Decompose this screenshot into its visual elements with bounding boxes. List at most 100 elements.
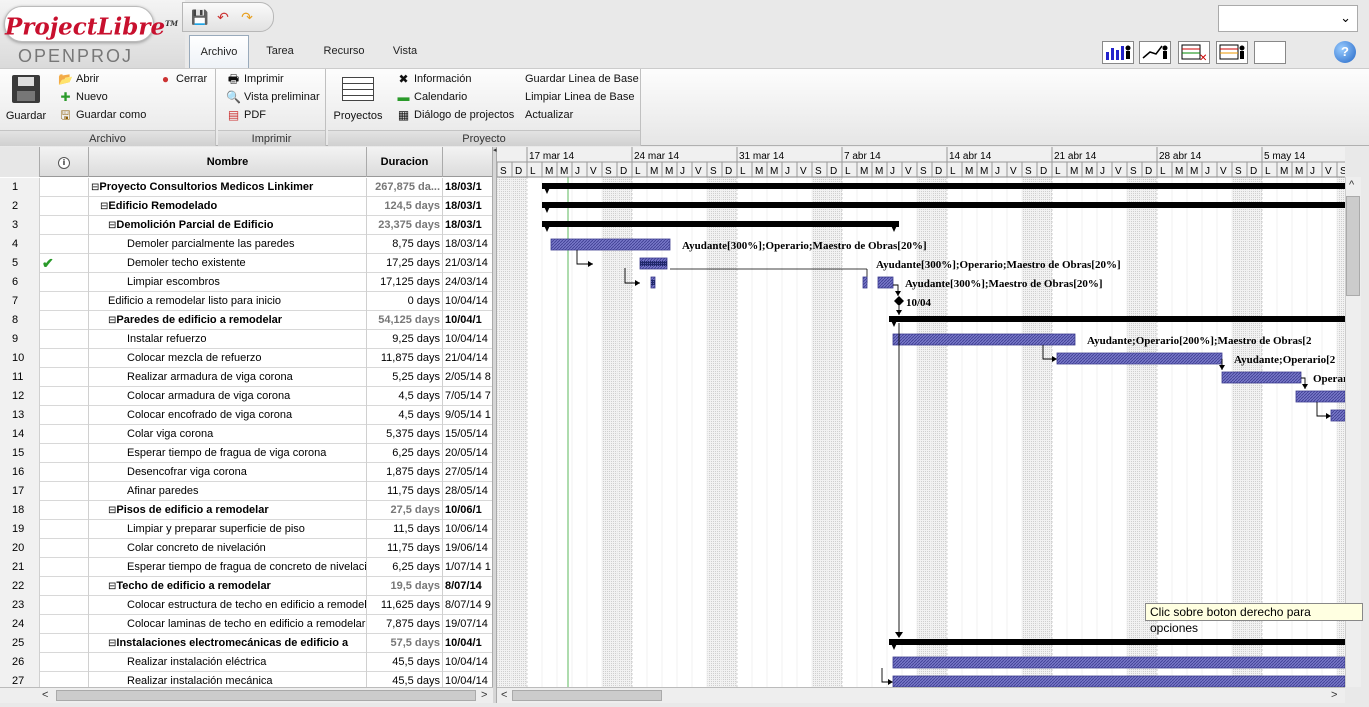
task-start[interactable]: 28/05/14: [443, 482, 492, 501]
task-name[interactable]: Esperar tiempo de fragua de concreto de …: [89, 558, 367, 577]
task-bar[interactable]: [1295, 390, 1345, 403]
clear-baseline-button[interactable]: Limpiar Linea de Base: [508, 89, 634, 106]
task-start[interactable]: 10/04/14: [443, 330, 492, 349]
indicator-cell[interactable]: [40, 349, 89, 368]
row-number[interactable]: 14: [0, 425, 40, 444]
row-number[interactable]: 7: [0, 292, 40, 311]
duration-header[interactable]: Duracion: [367, 147, 443, 177]
indicator-cell[interactable]: [40, 368, 89, 387]
task-name[interactable]: Colar concreto de nivelación: [89, 539, 367, 558]
task-start[interactable]: 18/03/1: [443, 216, 492, 235]
table-row[interactable]: 4 Demoler parcialmente las paredes 8,75 da…: [0, 235, 492, 254]
task-name[interactable]: Colocar mezcla de refuerzo: [89, 349, 367, 368]
table-row[interactable]: 14 Colar viga corona 5,375 days 15/05/14: [0, 425, 492, 444]
indicator-cell[interactable]: [40, 235, 89, 254]
task-bar[interactable]: [877, 276, 894, 289]
task-duration[interactable]: 8,75 days: [367, 235, 443, 254]
row-number[interactable]: 26: [0, 653, 40, 672]
table-row[interactable]: 16 Desencofrar viga corona 1,875 days 27/05…: [0, 463, 492, 482]
row-number[interactable]: 15: [0, 444, 40, 463]
gantt-vertical-scroll-thumb[interactable]: [1346, 196, 1360, 296]
task-bar[interactable]: [892, 656, 1345, 669]
task-start[interactable]: 10/04/1: [443, 311, 492, 330]
task-duration[interactable]: 267,875 da...: [367, 178, 443, 197]
row-number[interactable]: 6: [0, 273, 40, 292]
summary-bar[interactable]: [542, 221, 899, 227]
tab-vista[interactable]: Vista: [382, 35, 428, 68]
row-number[interactable]: 11: [0, 368, 40, 387]
row-number[interactable]: 4: [0, 235, 40, 254]
task-name[interactable]: Instalar refuerzo: [89, 330, 367, 349]
row-number[interactable]: 9: [0, 330, 40, 349]
scroll-right-icon[interactable]: >: [1331, 689, 1337, 701]
task-duration[interactable]: 124,5 days: [367, 197, 443, 216]
task-name[interactable]: Colocar estructura de techo en edificio …: [89, 596, 367, 615]
indicator-cell[interactable]: [40, 539, 89, 558]
row-number[interactable]: 18: [0, 501, 40, 520]
task-start[interactable]: 21/04/14: [443, 349, 492, 368]
task-duration[interactable]: 4,5 days: [367, 406, 443, 425]
table-row[interactable]: 27 Realizar instalación mecánica 45,5 days…: [0, 672, 492, 687]
print-preview-button[interactable]: 🔍 Vista preliminar: [226, 89, 320, 106]
grid-horizontal-scrollbar[interactable]: < >: [0, 687, 493, 703]
task-duration[interactable]: 11,75 days: [367, 482, 443, 501]
task-bar[interactable]: [1056, 352, 1223, 365]
task-name[interactable]: ⊟Proyecto Consultorios Medicos Linkimer: [89, 178, 367, 197]
save-icon[interactable]: 💾: [191, 9, 208, 25]
tab-archivo[interactable]: Archivo: [189, 35, 249, 68]
table-row[interactable]: 11 Realizar armadura de viga corona 5,25 d…: [0, 368, 492, 387]
task-duration[interactable]: 6,25 days: [367, 558, 443, 577]
table-row[interactable]: 8 ⊟Paredes de edificio a remodelar 54,125 …: [0, 311, 492, 330]
row-number-header[interactable]: [0, 147, 40, 177]
task-bar[interactable]: [862, 276, 868, 289]
indicator-cell[interactable]: [40, 577, 89, 596]
task-start[interactable]: 2/05/14 8: [443, 368, 492, 387]
indicator-cell[interactable]: [40, 501, 89, 520]
task-start[interactable]: 19/06/14: [443, 539, 492, 558]
redo-icon[interactable]: ↷: [239, 9, 255, 25]
task-start[interactable]: 10/06/14: [443, 520, 492, 539]
grid-scroll-thumb[interactable]: [56, 690, 476, 701]
table-row[interactable]: 18 ⊟Pisos de edificio a remodelar 27,5 day…: [0, 501, 492, 520]
task-duration[interactable]: 27,5 days: [367, 501, 443, 520]
summary-bar[interactable]: [542, 202, 1345, 208]
indicator-cell[interactable]: [40, 311, 89, 330]
row-number[interactable]: 1: [0, 178, 40, 197]
task-duration[interactable]: 11,625 days: [367, 596, 443, 615]
task-duration[interactable]: 45,5 days: [367, 672, 443, 687]
task-start[interactable]: 19/07/14: [443, 615, 492, 634]
table-row[interactable]: 6 Limpiar escombros 17,125 days 24/03/14: [0, 273, 492, 292]
task-start[interactable]: 8/07/14: [443, 577, 492, 596]
row-number[interactable]: 20: [0, 539, 40, 558]
table-row[interactable]: 13 Colocar encofrado de viga corona 4,5 da…: [0, 406, 492, 425]
table-row[interactable]: 5 ✔ Demoler techo existente 17,25 days 21/03…: [0, 254, 492, 273]
indicator-cell[interactable]: [40, 520, 89, 539]
task-bar[interactable]: [550, 238, 671, 251]
indicator-cell[interactable]: [40, 197, 89, 216]
indicator-cell[interactable]: [40, 615, 89, 634]
save-baseline-button[interactable]: Guardar Linea de Base: [508, 71, 639, 88]
summary-bar[interactable]: [889, 316, 1345, 322]
task-duration[interactable]: 5,25 days: [367, 368, 443, 387]
row-number[interactable]: 19: [0, 520, 40, 539]
indicator-cell[interactable]: ✔: [40, 254, 89, 273]
indicator-cell[interactable]: [40, 444, 89, 463]
row-number[interactable]: 17: [0, 482, 40, 501]
indicator-cell[interactable]: [40, 292, 89, 311]
row-number[interactable]: 25: [0, 634, 40, 653]
row-number[interactable]: 12: [0, 387, 40, 406]
task-name[interactable]: Realizar armadura de viga corona: [89, 368, 367, 387]
task-start[interactable]: 10/04/1: [443, 634, 492, 653]
task-duration[interactable]: 17,125 days: [367, 273, 443, 292]
indicator-cell[interactable]: [40, 634, 89, 653]
table-row[interactable]: 3 ⊟Demolición Parcial de Edificio 23,375 d…: [0, 216, 492, 235]
task-start[interactable]: 18/03/1: [443, 178, 492, 197]
indicator-cell[interactable]: [40, 216, 89, 235]
task-duration[interactable]: 45,5 days: [367, 653, 443, 672]
task-start[interactable]: 7/05/14 7: [443, 387, 492, 406]
task-bar[interactable]: [1330, 409, 1345, 422]
summary-bar[interactable]: [542, 183, 1345, 189]
table-row[interactable]: 17 Afinar paredes 11,75 days 28/05/14: [0, 482, 492, 501]
task-start[interactable]: 20/05/14: [443, 444, 492, 463]
indicators-header[interactable]: i: [40, 147, 89, 177]
